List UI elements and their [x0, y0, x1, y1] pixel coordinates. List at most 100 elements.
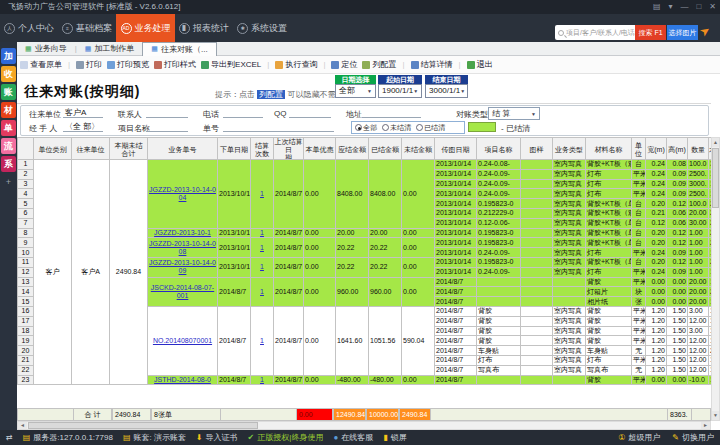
grid-cell[interactable]: 背胶+KT板（双: [586, 160, 632, 170]
settle-times-link[interactable]: 1: [260, 244, 264, 251]
grid-cell[interactable]: 0.09: [667, 248, 688, 258]
grid-cell[interactable]: 20.00: [688, 297, 709, 307]
grid-cell[interactable]: JGZZD-2013-10-14-008: [148, 238, 218, 258]
grid-cell[interactable]: [521, 297, 553, 307]
status-锁屏[interactable]: ▮锁屏: [383, 432, 406, 443]
close-button[interactable]: ✕: [709, 0, 716, 14]
order-link[interactable]: NO.201408070001: [153, 337, 212, 344]
grid-cell[interactable]: 背胶: [477, 316, 521, 326]
grid-cell[interactable]: 背胶+KT板（单: [586, 228, 632, 238]
grid-cell[interactable]: 9: [18, 238, 34, 248]
ribbon-item-报表统计[interactable]: ▊报表统计: [175, 14, 233, 42]
grid-cell[interactable]: 18: [18, 326, 34, 336]
dock-item-收[interactable]: 收: [1, 66, 16, 82]
grid-cell[interactable]: 块: [632, 287, 646, 297]
grid-cell[interactable]: 3.00: [688, 326, 709, 336]
grid-cell[interactable]: [521, 365, 553, 375]
filter-input[interactable]: 客户A: [63, 107, 103, 118]
grid-cell[interactable]: 2014/8/7: [274, 375, 304, 385]
grid-cell[interactable]: 0.195823-0: [477, 228, 521, 238]
status-服务器:127.0.0.1:7798[interactable]: ▤服务器:127.0.0.1:7798: [23, 432, 113, 443]
doc-icon[interactable]: ▤: [653, 0, 661, 14]
grid-cell[interactable]: 1.50: [667, 326, 688, 336]
grid-cell[interactable]: 6: [18, 208, 34, 218]
grid-cell[interactable]: 0.09: [667, 169, 688, 179]
grid-cell[interactable]: [521, 179, 553, 189]
toolbar-列配置[interactable]: 列配置: [362, 59, 396, 70]
grid-cell[interactable]: 0.00: [402, 257, 435, 277]
settle-times-link[interactable]: 1: [260, 190, 264, 197]
grid-cell[interactable]: 12.00: [688, 365, 709, 375]
grid-cell[interactable]: 室内写真: [553, 355, 586, 365]
grid-cell[interactable]: 2013/10/14: [218, 257, 251, 277]
grid-cell[interactable]: 12.00: [688, 336, 709, 346]
order-link[interactable]: JSCKD-2014-08-07-001: [151, 284, 214, 299]
grid-cell[interactable]: JSCKD-2014-08-07-001: [148, 277, 218, 306]
dock-item-单[interactable]: 单: [1, 120, 16, 136]
grid-cell[interactable]: 1.00: [688, 267, 709, 277]
grid-cell[interactable]: 1: [251, 306, 274, 375]
grid-cell[interactable]: [521, 189, 553, 199]
grid-cell[interactable]: 12.00: [688, 346, 709, 356]
grid-cell[interactable]: 台: [632, 199, 646, 209]
scroll-right-icon[interactable]: ►: [701, 422, 710, 429]
grid-cell[interactable]: 0.08: [667, 160, 688, 170]
grid-cell[interactable]: 室内写真: [553, 238, 586, 248]
toolbar-打印预览[interactable]: 打印预览: [107, 59, 149, 70]
grid-cell[interactable]: 590.04: [402, 306, 435, 375]
grid-cell[interactable]: 2013/10/14: [435, 257, 477, 267]
grid-cell[interactable]: 灯布: [586, 179, 632, 189]
grid-cell[interactable]: [477, 287, 521, 297]
grid-cell[interactable]: 4: [18, 189, 34, 199]
grid-cell[interactable]: 0.00: [646, 277, 667, 287]
grid-cell[interactable]: 1: [251, 375, 274, 385]
grid-cell[interactable]: [521, 257, 553, 267]
grid-cell[interactable]: 15: [18, 297, 34, 307]
settle-times-link[interactable]: 1: [260, 263, 264, 270]
grid-cell[interactable]: 0.06: [667, 218, 688, 228]
grid-cell[interactable]: 0.00: [667, 297, 688, 307]
grid-cell[interactable]: 1: [251, 228, 274, 238]
grid-cell[interactable]: 0.20: [646, 238, 667, 248]
dock-item-加[interactable]: 加: [1, 48, 16, 64]
settle-times-link[interactable]: 1: [260, 376, 264, 383]
grid-cell[interactable]: 无: [632, 365, 646, 375]
grid-cell[interactable]: 灯布: [477, 355, 521, 365]
status-账套: 演示账套[interactable]: ▤账套: 演示账套: [123, 432, 186, 443]
grid-cell[interactable]: 背胶: [586, 336, 632, 346]
ribbon-item-业务处理[interactable]: AD业务处理: [116, 14, 175, 42]
grid-cell[interactable]: 台: [632, 257, 646, 267]
grid-cell[interactable]: 0.00: [402, 238, 435, 258]
grid-cell[interactable]: 2014/8/7: [435, 306, 477, 316]
grid-cell[interactable]: 0.195823-0: [477, 199, 521, 209]
ribbon-item-基础档案[interactable]: ≡基础档案: [58, 14, 116, 42]
grid-cell[interactable]: 8408.00: [336, 160, 369, 229]
toolbar-打印样式[interactable]: 打印样式: [154, 59, 196, 70]
grid-cell[interactable]: [553, 277, 586, 287]
tab-往来对账（...[interactable]: ▦往来对账（...: [142, 42, 216, 56]
grid-cell[interactable]: 0.00: [646, 297, 667, 307]
grid-cell[interactable]: [521, 346, 553, 356]
grid-cell[interactable]: 1.00: [688, 238, 709, 248]
filter-input[interactable]: [146, 107, 188, 118]
grid-cell[interactable]: 1.50: [667, 365, 688, 375]
grid-cell[interactable]: 背胶+KT板（单: [586, 199, 632, 209]
radio-未结清[interactable]: 未结清: [382, 123, 411, 133]
grid-cell[interactable]: 2014/8/7: [274, 306, 304, 375]
grid-cell[interactable]: 2014/8/7: [435, 336, 477, 346]
grid-cell[interactable]: [521, 326, 553, 336]
grid-cell[interactable]: 12.00: [688, 316, 709, 326]
vscroll-thumb[interactable]: [712, 148, 719, 208]
grid-cell[interactable]: 0.00: [646, 287, 667, 297]
grid-cell[interactable]: [521, 306, 553, 316]
filter-input[interactable]: [223, 107, 263, 118]
grid-cell[interactable]: 1.20: [646, 316, 667, 326]
grid-cell[interactable]: 0.00: [304, 228, 336, 238]
grid-cell[interactable]: 0.24-0.09-: [477, 179, 521, 189]
grid-cell[interactable]: 2013/10/14: [435, 248, 477, 258]
grid-cell[interactable]: 灯布: [586, 267, 632, 277]
grid-cell[interactable]: 室内写真: [553, 169, 586, 179]
grid-cell[interactable]: 0.00: [304, 160, 336, 229]
grid-cell[interactable]: 室内写真: [553, 179, 586, 189]
grid-cell[interactable]: 平米: [632, 306, 646, 316]
